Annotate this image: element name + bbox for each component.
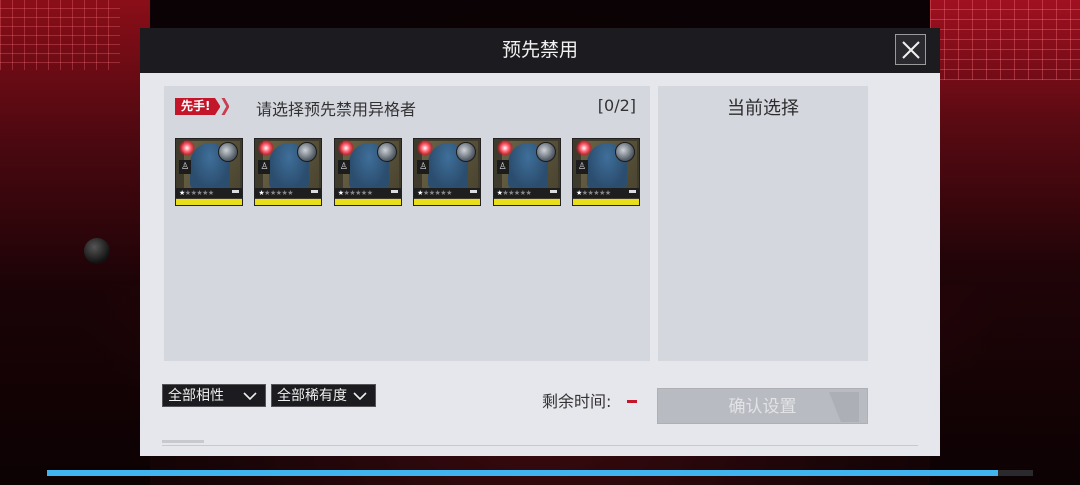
- class-icon: ♙: [337, 160, 350, 174]
- confirm-button[interactable]: 确认设置: [657, 388, 868, 424]
- character-card[interactable]: ♙ ★★★★★★: [254, 138, 323, 206]
- background-grid-left: [0, 0, 120, 70]
- close-icon: [902, 41, 920, 59]
- loading-progress-fill: [47, 470, 999, 476]
- character-card-list: ♙ ★★★★★★ ♙ ★★★★★★ ♙ ★★★★★★ ♙ ★★★★★★ ♙ ★★★★★★ ♙ ★★★★…: [175, 138, 640, 206]
- current-selection-panel: 当前选择: [658, 86, 868, 361]
- class-icon: ♙: [417, 160, 430, 174]
- character-card[interactable]: ♙ ★★★★★★: [333, 138, 402, 206]
- time-remaining-label: 剩余时间:: [542, 392, 612, 411]
- candidate-panel: 先手! 请选择预先禁用异格者 [0/2] ♙ ★★★★★★ ♙ ★★★★★★ ♙ ★★★★…: [164, 86, 650, 361]
- element-filter-label: 全部相性: [168, 388, 224, 404]
- character-card[interactable]: ♙ ★★★★★★: [175, 138, 243, 206]
- rarity-filter-dropdown[interactable]: 全部稀有度: [271, 384, 376, 407]
- class-icon: ♙: [496, 160, 509, 174]
- rarity-bar: [176, 199, 242, 205]
- instruction-text: 请选择预先禁用异格者: [256, 100, 417, 119]
- class-icon: ♙: [575, 160, 588, 174]
- footer-mark: [162, 440, 204, 443]
- class-icon: ♙: [179, 160, 191, 174]
- star-icon: ★: [525, 189, 532, 197]
- class-icon: ♙: [258, 160, 271, 174]
- level-indicator: [470, 190, 478, 193]
- loading-progress-bar: [47, 470, 1033, 476]
- dialog-titlebar: 预先禁用: [140, 28, 940, 73]
- faction-emblem-icon: [218, 142, 238, 162]
- level-indicator: [628, 190, 636, 193]
- flare-icon: [575, 140, 592, 156]
- character-card[interactable]: ♙ ★★★★★★: [413, 138, 482, 206]
- star-icon: ★: [366, 189, 373, 197]
- star-icon: ★: [207, 189, 214, 197]
- background-orb: [84, 238, 110, 264]
- current-selection-title: 当前选择: [727, 98, 799, 119]
- faction-emblem-icon: [376, 142, 397, 162]
- chevron-down-icon: [353, 392, 367, 401]
- selection-counter: [0/2]: [597, 96, 636, 115]
- level-indicator: [390, 190, 398, 193]
- footer-divider: [162, 445, 918, 446]
- character-card[interactable]: ♙ ★★★★★★: [492, 138, 561, 206]
- button-decoration: [829, 392, 859, 422]
- chevron-down-icon: [243, 392, 257, 401]
- chevron-right-icon: [221, 98, 230, 115]
- star-icon: ★: [287, 189, 294, 197]
- level-indicator: [549, 190, 557, 193]
- level-indicator: [311, 190, 319, 193]
- rarity-bar: [414, 199, 481, 205]
- level-indicator: [232, 190, 239, 193]
- close-button[interactable]: [895, 34, 926, 65]
- dialog-title: 预先禁用: [501, 39, 578, 61]
- rarity-bar: [334, 199, 401, 205]
- flare-icon: [337, 140, 354, 156]
- faction-emblem-icon: [535, 142, 556, 162]
- flare-icon: [179, 140, 195, 156]
- rarity-bar: [493, 199, 560, 205]
- first-move-badge: 先手!: [175, 98, 230, 115]
- rarity-filter-label: 全部稀有度: [277, 388, 347, 404]
- faction-emblem-icon: [614, 142, 635, 162]
- ban-dialog: 预先禁用 先手! 请选择预先禁用异格者 [0/2] ♙ ★★★★★★ ♙ ★★★★★★…: [140, 28, 940, 456]
- time-remaining-indicator: [627, 400, 637, 403]
- flare-icon: [496, 140, 513, 156]
- star-icon: ★: [446, 189, 452, 197]
- element-filter-dropdown[interactable]: 全部相性: [162, 384, 266, 407]
- star-icon: ★: [604, 189, 611, 197]
- rarity-bar: [572, 199, 639, 205]
- rarity-bar: [255, 199, 322, 205]
- character-card[interactable]: ♙ ★★★★★★: [571, 138, 640, 206]
- first-move-label: 先手!: [175, 98, 221, 115]
- background-grid-right: [930, 0, 1080, 80]
- confirm-label: 确认设置: [728, 397, 797, 417]
